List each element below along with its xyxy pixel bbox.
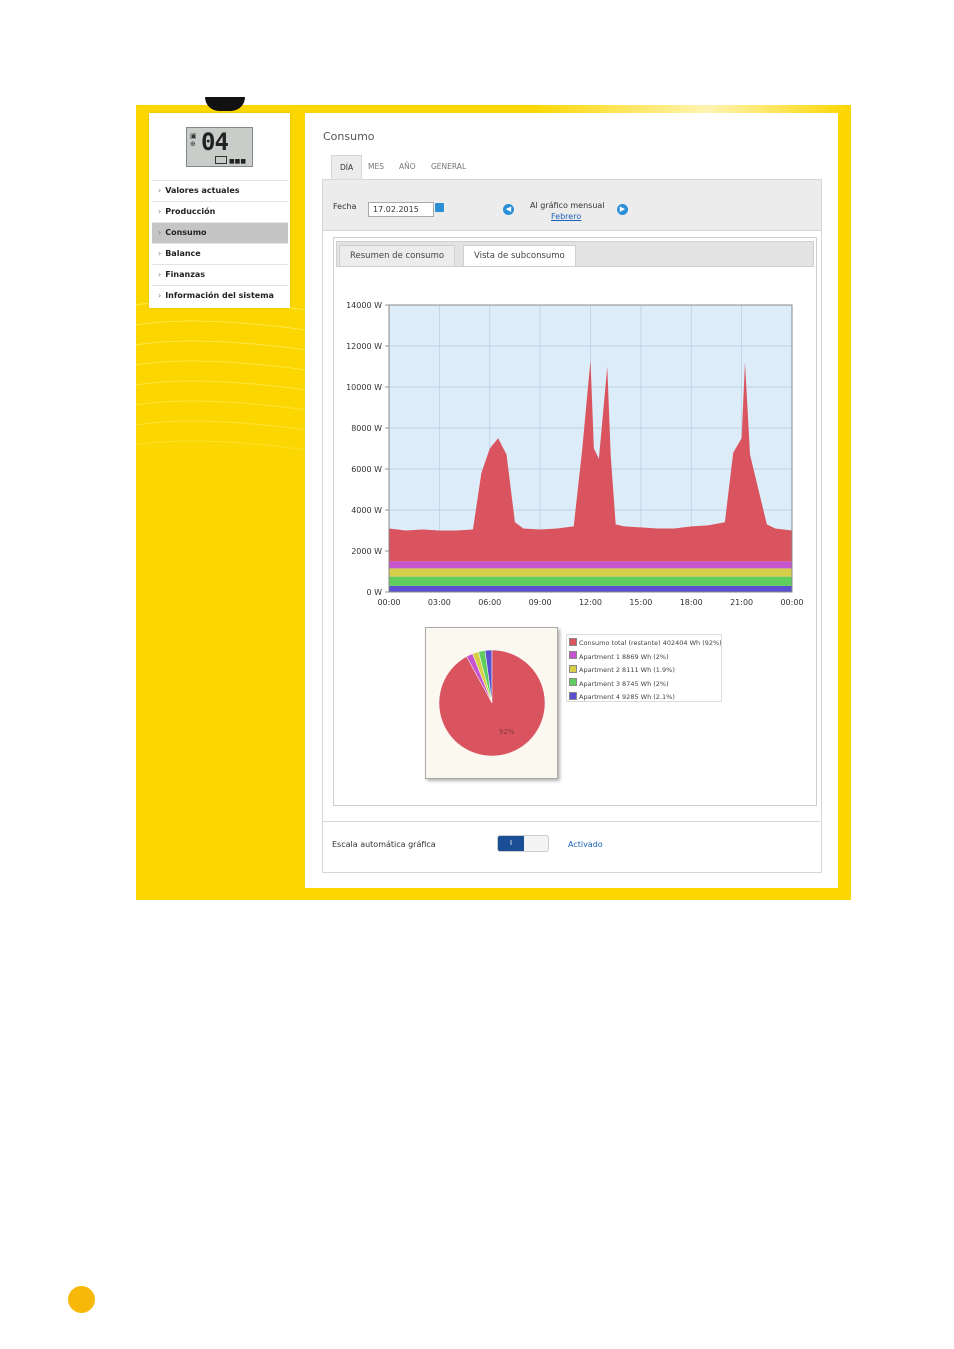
legend-label: Apartment 3 8745 Wh (2%): [579, 679, 669, 688]
x-tick-label: 00:00: [780, 598, 803, 607]
y-tick-label: 8000 W: [351, 424, 382, 433]
y-tick-label: 12000 W: [346, 342, 382, 351]
y-tick-label: 10000 W: [346, 383, 382, 392]
legend-label: Consumo total (restante) 402404 Wh (92%): [579, 639, 722, 647]
legend-swatch: [569, 691, 577, 700]
auto-scale-value: Activado: [568, 840, 603, 849]
page-marker-dot: [68, 1286, 95, 1313]
legend-item-apt4: Apartment 4 9285 Wh (2.1%): [569, 691, 675, 703]
x-tick-label: 21:00: [730, 598, 753, 607]
legend-swatch: [569, 664, 577, 673]
legend-item-apt2: Apartment 2 8111 Wh (1.9%): [569, 664, 675, 676]
pie-chart: 92%: [438, 649, 546, 757]
legend-item-apt3: Apartment 3 8745 Wh (2%): [569, 678, 669, 690]
area-series-apt1: [389, 561, 792, 569]
y-tick-label: 6000 W: [351, 465, 382, 474]
y-tick-label: 4000 W: [351, 506, 382, 515]
legend-swatch: [569, 637, 577, 646]
y-tick-label: 0 W: [366, 588, 382, 597]
x-tick-label: 15:00: [629, 598, 652, 607]
area-series-apt2: [389, 568, 792, 577]
legend-item-apt1: Apartment 1 8869 Wh (2%): [569, 651, 669, 663]
area-series-apt3: [389, 576, 792, 586]
auto-scale-label: Escala automática gráfica: [332, 840, 436, 849]
x-tick-label: 18:00: [680, 598, 703, 607]
y-tick-label: 14000 W: [346, 301, 382, 310]
legend-label: Apartment 2 8111 Wh (1.9%): [579, 666, 675, 674]
x-tick-label: 09:00: [529, 598, 552, 607]
x-tick-label: 00:00: [377, 598, 400, 607]
legend-label: Apartment 4 9285 Wh (2.1%): [579, 693, 675, 701]
x-tick-label: 12:00: [579, 598, 602, 607]
legend-swatch: [569, 651, 577, 659]
x-tick-label: 06:00: [478, 598, 501, 607]
area-series-apt4: [389, 585, 792, 592]
pie-center-label: 92%: [499, 728, 515, 736]
legend-label: Apartment 1 8869 Wh (2%): [579, 652, 669, 661]
pie-legend: Consumo total (restante) 402404 Wh (92%)…: [566, 634, 722, 702]
y-tick-label: 2000 W: [351, 547, 382, 556]
pie-slice-total: [438, 649, 546, 757]
legend-item-total: Consumo total (restante) 402404 Wh (92%): [569, 637, 722, 649]
footer-divider: [322, 821, 820, 822]
auto-scale-toggle[interactable]: I: [497, 835, 549, 852]
stacked-area-chart: 0 W 2000 W 4000 W 6000 W 8000 W 10000 W 12000 …: [346, 301, 803, 607]
pie-chart-box: 92%: [425, 627, 558, 779]
x-tick-label: 03:00: [428, 598, 451, 607]
legend-swatch: [569, 678, 577, 686]
toggle-on-indicator: I: [498, 836, 524, 851]
